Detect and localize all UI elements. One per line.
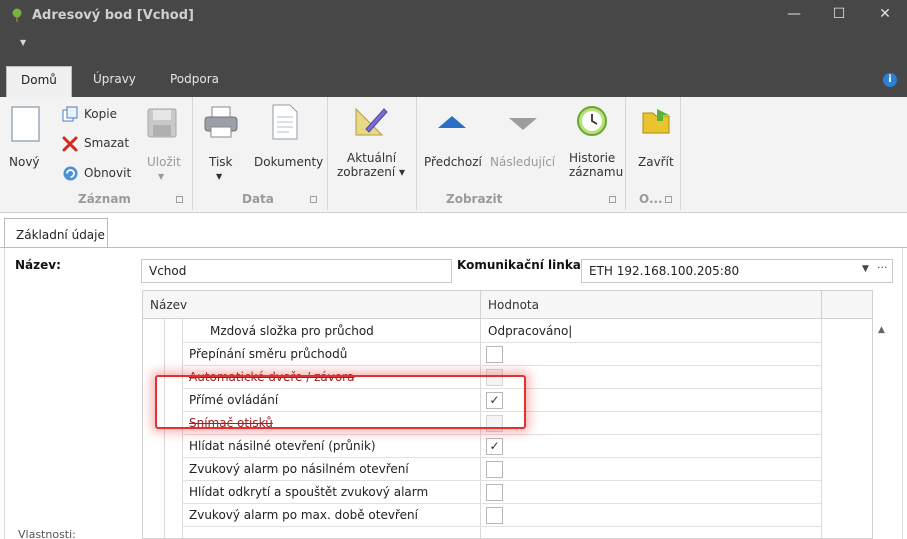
tab-zakladni-udaje[interactable]: Základní údaje bbox=[4, 218, 108, 248]
row-divider bbox=[182, 526, 821, 527]
delete-button-label: Smazat bbox=[84, 136, 130, 150]
grid-header: Název Hodnota bbox=[143, 291, 872, 319]
grid-row-checkbox[interactable] bbox=[486, 507, 503, 524]
new-document-icon bbox=[11, 106, 40, 142]
grid-row-label: Zvukový alarm po násilném otevření bbox=[189, 462, 409, 476]
grid-row-label: Hlídat odkrytí a spouštět zvukový alarm bbox=[189, 485, 429, 499]
previous-button-label: Předchozí bbox=[424, 155, 482, 169]
print-button-label: Tisk bbox=[209, 155, 233, 169]
grid-row-value[interactable]: Odpracováno| bbox=[488, 324, 572, 338]
history-clock-icon bbox=[577, 106, 607, 136]
name-label: Název: bbox=[15, 258, 61, 272]
grid-row-label: Přepínání směru průchodů bbox=[189, 347, 348, 361]
refresh-button-label: Obnovit bbox=[84, 166, 132, 180]
grid-row-checkbox[interactable]: ✓ bbox=[486, 438, 503, 455]
properties-label: Vlastnosti: bbox=[18, 528, 76, 539]
arrow-up-icon bbox=[438, 116, 466, 128]
chevron-down-icon[interactable]: ▼ bbox=[862, 264, 869, 274]
current-view-label-line1: Aktuální bbox=[347, 151, 397, 165]
quick-access-dropdown[interactable]: ▼ bbox=[20, 38, 26, 47]
name-input[interactable]: Vchod bbox=[141, 259, 452, 283]
close-button[interactable]: ✕ bbox=[874, 4, 896, 24]
ellipsis-button[interactable]: ··· bbox=[877, 261, 888, 274]
group-label-zaznam: Záznam bbox=[78, 192, 131, 206]
record-history-label-line2: záznamu bbox=[569, 165, 624, 179]
grid-row[interactable]: Zvukový alarm po max. době otevření bbox=[143, 504, 872, 527]
delete-x-icon bbox=[62, 136, 78, 152]
close-record-label: Zavřít bbox=[638, 155, 674, 169]
grid-row-checkbox[interactable] bbox=[486, 461, 503, 478]
comm-line-label: Komunikační linka: bbox=[457, 258, 586, 272]
group-separator bbox=[192, 97, 193, 210]
grid-row-checkbox[interactable] bbox=[486, 346, 503, 363]
copy-button-label: Kopie bbox=[84, 107, 117, 121]
grid-row-label: Hlídat násilné otevření (průnik) bbox=[189, 439, 376, 453]
current-view-label-line2: zobrazení ▾ bbox=[337, 165, 406, 179]
comm-line-select[interactable]: ETH 192.168.100.205:80 bbox=[581, 259, 893, 283]
maximize-button[interactable]: ☐ bbox=[828, 4, 850, 24]
save-button-label: Uložit bbox=[147, 155, 181, 169]
group-separator bbox=[327, 97, 328, 210]
group-label-zobrazit: Zobrazit bbox=[446, 192, 503, 206]
refresh-icon bbox=[63, 166, 78, 181]
group-separator bbox=[416, 97, 417, 210]
group-separator bbox=[625, 97, 626, 210]
grid-row-label: Zvukový alarm po max. době otevření bbox=[189, 508, 418, 522]
ruler-pencil-icon bbox=[355, 107, 388, 136]
tab-podpora[interactable]: Podpora bbox=[170, 72, 219, 86]
title-bar: Adresový bod [Vchod] ▼ — ☐ ✕ bbox=[0, 0, 907, 62]
group-separator bbox=[680, 97, 681, 210]
documents-button-label: Dokumenty bbox=[254, 155, 324, 169]
grid-row-checkbox[interactable] bbox=[486, 484, 503, 501]
scroll-up-icon[interactable]: ▲ bbox=[878, 325, 885, 335]
group-launcher-icon[interactable] bbox=[609, 196, 616, 203]
save-disk-icon bbox=[147, 108, 177, 138]
grid-row[interactable]: Zvukový alarm po násilném otevření bbox=[143, 458, 872, 481]
ribbon: Nový Kopie Smazat Obnovit Uložit ▼ Tisk … bbox=[0, 97, 907, 213]
grid-row[interactable]: Mzdová složka pro průchod Odpracováno| bbox=[143, 320, 872, 343]
group-launcher-icon[interactable] bbox=[310, 196, 317, 203]
save-dropdown-icon: ▼ bbox=[158, 172, 165, 181]
folder-exit-icon bbox=[642, 109, 670, 134]
document-icon bbox=[272, 104, 298, 140]
column-separator bbox=[821, 291, 822, 319]
tab-domu[interactable]: Domů bbox=[6, 66, 72, 98]
group-launcher-icon[interactable] bbox=[665, 196, 672, 203]
grid-row[interactable]: Hlídat odkrytí a spouštět zvukový alarm bbox=[143, 481, 872, 504]
tree-icon bbox=[12, 8, 22, 22]
group-launcher-icon[interactable] bbox=[176, 196, 183, 203]
next-button-label: Následující bbox=[490, 155, 556, 169]
info-icon[interactable]: i bbox=[883, 73, 897, 87]
column-header-name[interactable]: Název bbox=[150, 298, 187, 312]
arrow-down-icon bbox=[509, 118, 537, 130]
printer-icon bbox=[204, 106, 238, 138]
column-separator bbox=[480, 291, 481, 319]
grid-row[interactable]: Hlídat násilné otevření (průnik) ✓ bbox=[143, 435, 872, 458]
grid-row-label: Mzdová složka pro průchod bbox=[210, 324, 374, 338]
record-history-label-line1: Historie bbox=[569, 151, 616, 165]
window-title: Adresový bod [Vchod] bbox=[32, 8, 194, 23]
copy-icon bbox=[62, 106, 78, 122]
group-label-data: Data bbox=[242, 192, 274, 206]
print-dropdown-icon: ▼ bbox=[216, 172, 223, 181]
column-header-value[interactable]: Hodnota bbox=[488, 298, 539, 312]
minimize-button[interactable]: — bbox=[783, 4, 805, 24]
ribbon-tab-strip: Domů Úpravy Podpora i bbox=[0, 62, 907, 98]
highlight-box bbox=[155, 375, 526, 429]
group-label-o: O... bbox=[639, 192, 663, 206]
tab-upravy[interactable]: Úpravy bbox=[93, 72, 136, 86]
grid-row[interactable]: Přepínání směru průchodů bbox=[143, 343, 872, 366]
new-button-label: Nový bbox=[9, 155, 40, 169]
